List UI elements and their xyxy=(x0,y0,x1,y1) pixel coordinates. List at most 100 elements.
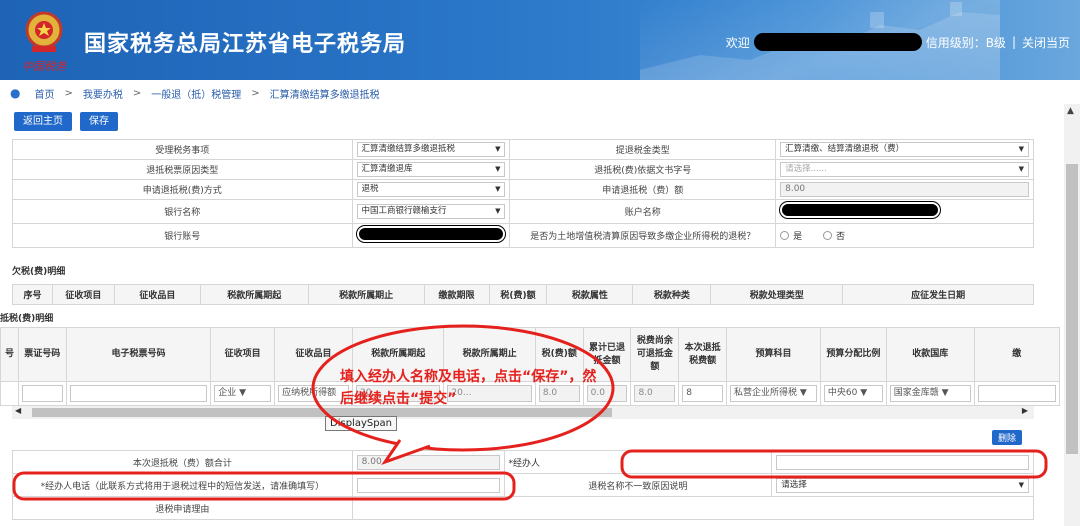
breadcrumb-item[interactable]: 我要办税 xyxy=(83,86,123,101)
column-header: 税款处理类型 xyxy=(710,284,844,305)
mismatch-reason-select[interactable]: 请选择 ▼ xyxy=(776,477,1029,493)
redacted-bank-account xyxy=(355,225,506,243)
breadcrumb: ● 首页 > 我要办税 > 一般退（抵）税管理 > 汇算清缴结算多缴退抵税 xyxy=(0,83,1080,103)
document-number-select[interactable]: 请选择...... ▼ xyxy=(780,162,1029,177)
return-home-button[interactable]: 返回主页 xyxy=(14,112,72,131)
refund-type-select[interactable]: 汇算清缴、结算清缴退税（费） ▼ xyxy=(780,142,1029,157)
column-header: 应征发生日期 xyxy=(842,284,1034,305)
column-header: 缴款期限 xyxy=(423,284,490,305)
chevron-right-icon: > xyxy=(64,87,73,99)
delete-button[interactable]: 删除 xyxy=(992,430,1023,445)
dropdown-icon: ▼ xyxy=(495,165,501,173)
radio-no[interactable]: 否 xyxy=(823,229,845,242)
column-header: 预算科目 xyxy=(725,327,821,382)
column-header: 本次退抵税费额 xyxy=(678,327,727,382)
budget-subject-select[interactable]: 私营企业所得税 ▼ xyxy=(729,385,817,402)
levy-item-select[interactable]: 企业 ▼ xyxy=(214,385,272,402)
field-label: 退抵税票原因类型 xyxy=(12,159,353,180)
levy-subitem-field[interactable]: 应纳税所得额 xyxy=(278,385,349,402)
reason-type-select[interactable]: 汇算清缴退库 ▼ xyxy=(356,162,506,177)
scroll-left-icon[interactable]: ◀ xyxy=(15,406,21,415)
chevron-right-icon: > xyxy=(132,87,142,99)
agent-name-input[interactable] xyxy=(776,454,1029,470)
scroll-thumb[interactable] xyxy=(1066,164,1078,454)
total-refund-field[interactable]: 8.00 xyxy=(356,454,500,470)
field-label: 账户名称 xyxy=(509,199,777,224)
field-label: 是否为土地增值税清算原因导致多缴企业所得税的退税？ xyxy=(509,223,777,248)
column-header: 序号 xyxy=(12,284,53,305)
remaining-amount-field[interactable]: 8.0 xyxy=(634,385,676,402)
dropdown-icon: ▼ xyxy=(1018,165,1024,173)
tooltip: DisplaySpan xyxy=(325,416,398,431)
breadcrumb-home[interactable]: 首页 xyxy=(34,86,54,101)
owed-table: 序号 征收项目 征收品目 税款所属期起 税款所属期止 缴款期限 税(费)额 税款… xyxy=(12,284,1034,305)
budget-ratio-select[interactable]: 中央60 ▼ xyxy=(823,385,883,402)
breadcrumb-item[interactable]: 一般退（抵）税管理 xyxy=(151,86,241,101)
refund-section-title: 抵税(费)明细 xyxy=(0,314,54,324)
agent-phone-input[interactable] xyxy=(356,477,500,493)
column-header: 收款国库 xyxy=(885,327,975,382)
column-header: 征收品目 xyxy=(113,284,201,305)
breadcrumb-current: 汇算清缴结算多缴退抵税 xyxy=(269,89,380,101)
annotation-text: 填入经办人名称及电话，点击“保存”，然后继续点击“提交” xyxy=(340,369,597,407)
emblem-caption: 中国税务 xyxy=(22,60,66,73)
field-label: 本次退抵税（费）额合计 xyxy=(12,450,353,474)
column-header: 税费尚余可退抵金额 xyxy=(630,327,680,382)
field-label: 申请退抵税(费)方式 xyxy=(12,179,353,200)
toolbar: 返回主页 保存 xyxy=(14,112,118,131)
save-button[interactable]: 保存 xyxy=(80,112,118,131)
column-header: 票证号码 xyxy=(17,327,67,382)
field-label: 银行名称 xyxy=(12,199,353,224)
field-label: 提退税金类型 xyxy=(509,139,777,160)
site-title: 国家税务总局江苏省电子税务局 xyxy=(84,32,407,57)
radio-circle-icon xyxy=(780,230,790,240)
field-label: 退税名称不一致原因说明 xyxy=(503,473,773,497)
column-header: 电子税票号码 xyxy=(65,327,212,382)
column-header: 征收项目 xyxy=(210,327,276,382)
e-ticket-number-input[interactable] xyxy=(69,385,208,402)
scroll-right-icon[interactable]: ▶ xyxy=(1022,406,1028,415)
redacted-username xyxy=(753,33,922,51)
redacted-account-name xyxy=(779,201,942,219)
column-header: 税款所属期起 xyxy=(199,284,309,305)
field-label: 退税申请理由 xyxy=(12,496,353,520)
welcome-text: 欢迎 xyxy=(725,35,750,50)
column-header: 预算分配比例 xyxy=(819,327,887,382)
current-refund-input[interactable]: 8 xyxy=(682,385,723,402)
owed-section-title: 欠税(费)明细 xyxy=(12,267,66,277)
field-label: *经办人电话（此联系方式将用于退税过程中的短信发送，请准确填写） xyxy=(12,473,353,497)
refund-method-select[interactable]: 退税 ▼ xyxy=(356,182,506,197)
chevron-right-icon: > xyxy=(251,87,260,99)
ticket-number-input[interactable] xyxy=(21,385,63,402)
user-area: 欢迎 信用级别：B级 | 关闭当页 xyxy=(726,33,1070,51)
refund-form: 受理税务事项 汇算清缴结算多缴退抵税 ▼ 提退税金类型 汇算清缴、结算清缴退税（费… xyxy=(12,139,1034,248)
radio-circle-icon xyxy=(823,230,832,240)
scroll-up-icon[interactable]: ▲ xyxy=(1067,106,1074,116)
header-bar: 中国税务 国家税务总局江苏省电子税务局 欢迎 信用级别：B级 | 关闭当页 xyxy=(0,0,1080,80)
column-header: 征收项目 xyxy=(51,284,115,305)
divider: | xyxy=(1011,35,1016,49)
column-header: 税款种类 xyxy=(632,284,712,305)
field-label: 申请退抵税（费）额 xyxy=(509,179,777,200)
field-label: 银行账号 xyxy=(12,223,353,248)
field-label: *经办人 xyxy=(503,450,773,474)
column-header: 税款所属期止 xyxy=(307,284,425,305)
dropdown-icon: ▼ xyxy=(495,185,501,193)
field-label: 受理税务事项 xyxy=(12,139,353,160)
tax-matter-select[interactable]: 汇算清缴结算多缴退抵税 ▼ xyxy=(356,142,506,157)
refund-amount-field[interactable]: 8.00 xyxy=(780,182,1029,197)
bank-name-select[interactable]: 中国工商银行赣榆支行 ▼ xyxy=(356,204,506,219)
column-header: 号 xyxy=(0,327,19,382)
field-label: 退抵税(费)依据文书字号 xyxy=(509,159,777,180)
column-header: 缴 xyxy=(973,327,1061,382)
dropdown-icon: ▼ xyxy=(1018,145,1024,153)
treasury-select[interactable]: 国家金库赣 ▼ xyxy=(889,385,971,402)
column-header: 税(费)额 xyxy=(488,284,548,305)
vertical-scrollbar[interactable]: ▲ xyxy=(1064,104,1080,526)
credit-level: 信用级别：B级 xyxy=(925,35,1006,50)
extra-column-input[interactable] xyxy=(977,385,1056,402)
dropdown-icon: ▼ xyxy=(495,207,501,215)
column-header: 税款属性 xyxy=(546,284,634,305)
radio-yes[interactable]: 是 xyxy=(780,229,802,242)
close-page-link[interactable]: 关闭当页 xyxy=(1022,34,1070,51)
